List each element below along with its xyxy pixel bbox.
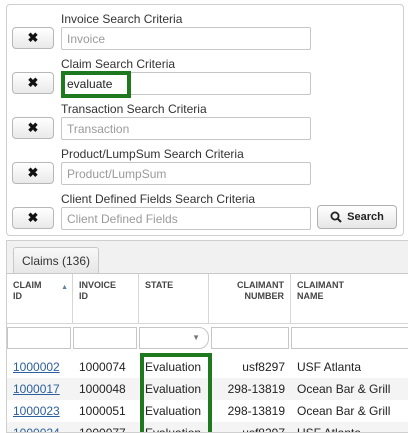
claims-grid-panel: Claims (136) CLAIM ID ▲ INVOICE ID STATE… bbox=[6, 240, 408, 433]
clear-claim-button[interactable]: ✖ bbox=[12, 72, 54, 94]
tab-claims[interactable]: Claims (136) bbox=[13, 247, 100, 274]
search-button-label: Search bbox=[347, 211, 384, 223]
invoice-id-filter[interactable] bbox=[73, 327, 137, 349]
claimant-number-cell: 298-13819 bbox=[227, 404, 285, 418]
claim-id-link[interactable]: 1000023 bbox=[7, 400, 73, 422]
claim-criteria-row: ✖ Claim Search Criteria bbox=[7, 50, 403, 95]
claim-id-link[interactable]: 1000024 bbox=[7, 422, 73, 432]
invoice-id-cell: 1000077 bbox=[79, 426, 126, 433]
column-header-state[interactable]: STATE bbox=[139, 274, 209, 324]
claimant-number-filter[interactable] bbox=[211, 327, 289, 349]
state-cell: Evaluation bbox=[145, 382, 202, 396]
column-header-claimant-number[interactable]: CLAIMANT NUMBER bbox=[209, 274, 291, 324]
claim-id-filter[interactable] bbox=[7, 327, 71, 349]
close-icon: ✖ bbox=[27, 165, 39, 180]
invoice-id-cell: 1000048 bbox=[79, 382, 126, 396]
sort-ascending-icon: ▲ bbox=[61, 284, 68, 291]
product-criteria-row: ✖ Product/LumpSum Search Criteria bbox=[7, 140, 403, 185]
claim-id-link[interactable]: 1000002 bbox=[7, 356, 73, 378]
column-header-claim-id[interactable]: CLAIM ID ▲ bbox=[7, 274, 73, 324]
client-fields-criteria-label: Client Defined Fields Search Criteria bbox=[61, 192, 256, 206]
transaction-criteria-label: Transaction Search Criteria bbox=[61, 102, 207, 116]
table-row: 1000023 1000051 Evaluation 298-13819 Oce… bbox=[7, 400, 408, 422]
search-button[interactable]: Search bbox=[317, 205, 397, 229]
claimant-number-cell: usf8297 bbox=[242, 426, 285, 433]
claimant-name-cell: Ocean Bar & Grill bbox=[297, 382, 391, 396]
chevron-down-icon: ▼ bbox=[192, 333, 200, 342]
column-header-invoice-id[interactable]: INVOICE ID bbox=[73, 274, 139, 324]
tab-claims-label: Claims (136) bbox=[22, 254, 91, 268]
clear-transaction-button[interactable]: ✖ bbox=[12, 117, 54, 139]
state-filter-select[interactable]: ▼ bbox=[139, 327, 209, 349]
invoice-search-input[interactable] bbox=[61, 27, 311, 50]
client-fields-search-input[interactable] bbox=[61, 207, 311, 230]
claim-criteria-label: Claim Search Criteria bbox=[61, 57, 176, 71]
close-icon: ✖ bbox=[27, 120, 39, 135]
clear-client-fields-button[interactable]: ✖ bbox=[12, 207, 54, 229]
close-icon: ✖ bbox=[27, 210, 39, 225]
column-header-claimant-name[interactable]: CLAIMANT NAME bbox=[291, 274, 408, 324]
claimant-number-cell: 298-13819 bbox=[227, 382, 285, 396]
claimant-name-filter[interactable] bbox=[291, 327, 408, 349]
claims-grid: CLAIM ID ▲ INVOICE ID STATE CLAIMANT NUM… bbox=[7, 273, 408, 433]
close-icon: ✖ bbox=[27, 75, 39, 90]
product-search-input[interactable] bbox=[61, 162, 311, 185]
table-row: 1000002 1000074 Evaluation usf8297 USF A… bbox=[7, 356, 408, 378]
invoice-id-cell: 1000074 bbox=[79, 360, 126, 374]
clear-invoice-button[interactable]: ✖ bbox=[12, 27, 54, 49]
invoice-id-cell: 1000051 bbox=[79, 404, 126, 418]
search-criteria-panel: ✖ Invoice Search Criteria ✖ Claim Search… bbox=[6, 4, 404, 236]
invoice-criteria-row: ✖ Invoice Search Criteria bbox=[7, 5, 403, 50]
close-icon: ✖ bbox=[27, 30, 39, 45]
clear-product-button[interactable]: ✖ bbox=[12, 162, 54, 184]
product-criteria-label: Product/LumpSum Search Criteria bbox=[61, 147, 244, 161]
claim-id-link[interactable]: 1000017 bbox=[7, 378, 73, 400]
invoice-criteria-label: Invoice Search Criteria bbox=[61, 12, 183, 26]
state-cell: Evaluation bbox=[145, 426, 202, 433]
transaction-search-input[interactable] bbox=[61, 117, 311, 140]
claimant-name-cell: USF Atlanta bbox=[297, 360, 362, 374]
claimant-name-cell: USF Atlanta bbox=[297, 426, 362, 433]
claimant-number-cell: usf8297 bbox=[242, 360, 285, 374]
claimant-name-cell: Ocean Bar & Grill bbox=[297, 404, 391, 418]
state-cell: Evaluation bbox=[145, 360, 202, 374]
state-cell: Evaluation bbox=[145, 404, 202, 418]
table-row: 1000017 1000048 Evaluation 298-13819 Oce… bbox=[7, 378, 408, 400]
claim-search-input[interactable] bbox=[61, 72, 311, 95]
transaction-criteria-row: ✖ Transaction Search Criteria bbox=[7, 95, 403, 140]
filter-row: ▼ bbox=[7, 324, 408, 354]
search-icon bbox=[330, 211, 342, 223]
table-row: 1000024 1000077 Evaluation usf8297 USF A… bbox=[7, 422, 408, 433]
